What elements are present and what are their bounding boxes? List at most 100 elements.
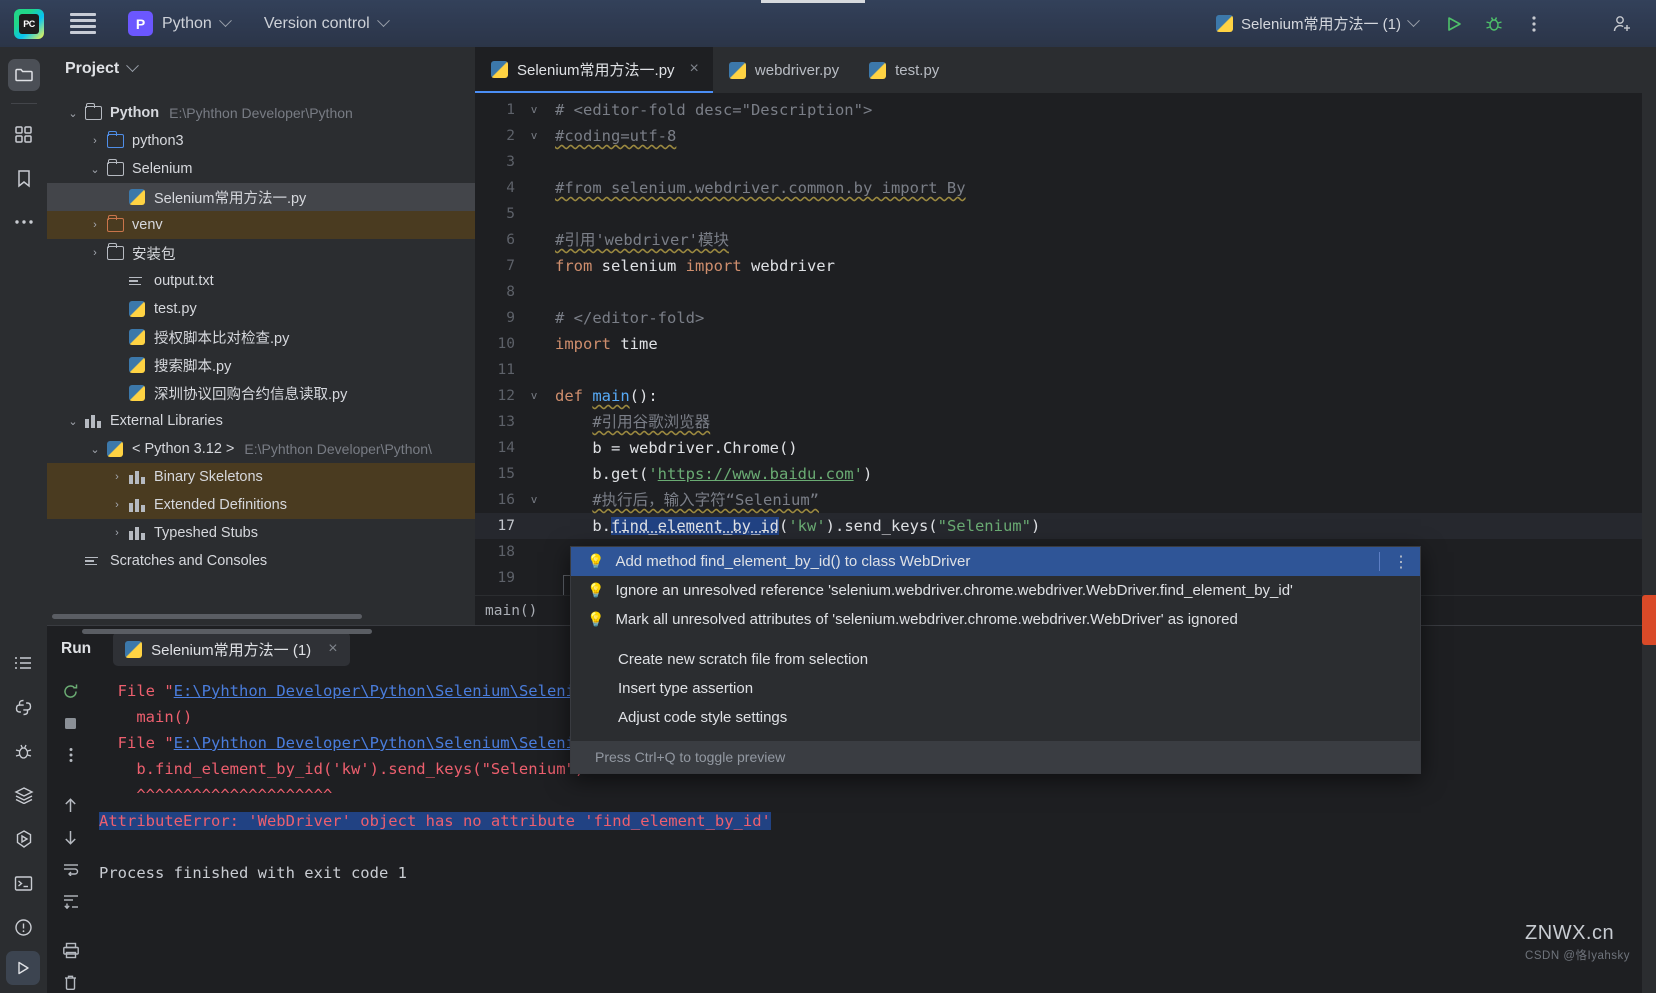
code-fold-icon[interactable]: v	[523, 97, 545, 123]
tree-row[interactable]: ⌄ External Libraries	[47, 407, 475, 435]
tree-row[interactable]: 授权脚本比对检查.py	[47, 323, 475, 351]
chevron-right-icon[interactable]: ›	[107, 527, 127, 539]
sidebar-item-todo[interactable]	[8, 647, 40, 679]
intention-actions-popup[interactable]: 💡 Add method find_element_by_id() to clas…	[570, 546, 1421, 774]
tree-row[interactable]: ⌄ Selenium	[47, 155, 475, 183]
code-line[interactable]: 14 b = webdriver.Chrome()	[475, 435, 1656, 461]
chevron-down-icon[interactable]: ⌄	[63, 107, 83, 120]
print-button[interactable]	[56, 938, 86, 962]
tree-row[interactable]: › python3	[47, 127, 475, 155]
sidebar-item-bookmarks[interactable]	[8, 162, 40, 194]
tree-row[interactable]: test.py	[47, 295, 475, 323]
scroll-up-button[interactable]	[56, 793, 86, 817]
editor-tab[interactable]: Selenium常用方法一.py ×	[475, 47, 713, 93]
tree-row[interactable]: 搜索脚本.py	[47, 351, 475, 379]
code-line[interactable]: 9 # </editor-fold>	[475, 305, 1656, 331]
tree-row[interactable]: Scratches and Consoles	[47, 547, 475, 575]
project-selector[interactable]: P Python	[122, 8, 236, 39]
sidebar-item-debug[interactable]	[8, 735, 40, 767]
tree-row[interactable]: › Extended Definitions	[47, 491, 475, 519]
code-line[interactable]: 15 b.get('https://www.baidu.com')	[475, 461, 1656, 487]
editor-tab-bar[interactable]: Selenium常用方法一.py × webdriver.py test.py	[475, 47, 1656, 93]
close-icon[interactable]: ×	[690, 60, 699, 78]
intention-item[interactable]: 💡 Add method find_element_by_id() to clas…	[571, 547, 1420, 576]
code-fold-icon[interactable]: v	[523, 123, 545, 149]
tree-row[interactable]: ⌄ < Python 3.12 > E:\Pyhthon Developer\Pyt…	[47, 435, 475, 463]
editor-tab[interactable]: test.py	[853, 47, 953, 93]
stop-button[interactable]	[56, 712, 86, 736]
code-line[interactable]: 13 #引用谷歌浏览器	[475, 409, 1656, 435]
run-configuration-selector[interactable]: Selenium常用方法一 (1)	[1215, 13, 1420, 34]
chevron-right-icon[interactable]: ›	[85, 247, 105, 259]
code-line[interactable]: 2 v #coding=utf-8	[475, 123, 1656, 149]
chevron-right-icon[interactable]: ›	[85, 219, 105, 231]
chevron-down-icon[interactable]: ⌄	[85, 443, 105, 456]
chevron-right-icon[interactable]: ›	[107, 499, 127, 511]
sidebar-item-more-tools[interactable]	[8, 206, 40, 238]
more-actions-button[interactable]	[1514, 4, 1554, 44]
code-line[interactable]: 12 v def main():	[475, 383, 1656, 409]
python-file-icon	[129, 329, 145, 345]
tree-row[interactable]: › Binary Skeletons	[47, 463, 475, 491]
tree-row[interactable]: › Typeshed Stubs	[47, 519, 475, 547]
tree-row[interactable]: › 安装包	[47, 239, 475, 267]
intention-item[interactable]: 💡 Ignore an unresolved reference 'seleniu…	[571, 576, 1420, 605]
trash-button[interactable]	[56, 970, 86, 993]
project-horizontal-scrollbar[interactable]	[47, 611, 475, 621]
right-panel-nub[interactable]	[1642, 595, 1656, 645]
intention-item[interactable]: 💡 Mark all unresolved attributes of 'sele…	[571, 605, 1420, 634]
code-line[interactable]: 1 v # <editor-fold desc="Description">	[475, 97, 1656, 123]
code-line[interactable]: 8	[475, 279, 1656, 305]
code-line[interactable]: 7 from selenium import webdriver	[475, 253, 1656, 279]
code-line[interactable]: 3	[475, 149, 1656, 175]
tree-row[interactable]: output.txt	[47, 267, 475, 295]
tree-row[interactable]: ⌄ Python E:\Pyhthon Developer\Python	[47, 99, 475, 127]
code-line[interactable]: 10 import time	[475, 331, 1656, 357]
editor-tab[interactable]: webdriver.py	[713, 47, 853, 93]
sidebar-item-structure[interactable]	[8, 118, 40, 150]
more-vertical-icon[interactable]: ⋮	[1393, 552, 1410, 572]
run-session-tab[interactable]: Selenium常用方法一 (1) ×	[113, 632, 350, 666]
code-line[interactable]: 4 #from selenium.webdriver.common.by impo…	[475, 175, 1656, 201]
sidebar-item-problems[interactable]	[8, 911, 40, 943]
code-line[interactable]: 6 #引用'webdriver'模块	[475, 227, 1656, 253]
code-fold-icon[interactable]: v	[523, 383, 545, 409]
scroll-to-end-button[interactable]	[56, 889, 86, 913]
version-control-menu[interactable]: Version control	[264, 14, 390, 33]
intention-plain-item[interactable]: Create new scratch file from selection	[571, 645, 1420, 674]
account-button[interactable]	[1602, 4, 1642, 44]
chevron-right-icon[interactable]: ›	[85, 135, 105, 147]
code-fold-icon[interactable]: v	[523, 487, 545, 513]
project-panel-header[interactable]: Project	[47, 47, 475, 90]
code-line[interactable]: 11	[475, 357, 1656, 383]
tree-row[interactable]: Selenium常用方法一.py	[47, 183, 475, 211]
sidebar-item-python-packages[interactable]	[8, 691, 40, 723]
scroll-down-button[interactable]	[56, 825, 86, 849]
close-icon[interactable]: ×	[328, 640, 337, 658]
run-button[interactable]	[1434, 4, 1474, 44]
code-line[interactable]: 16 v #执行后，输入字符“Selenium”	[475, 487, 1656, 513]
run-more-button[interactable]	[56, 744, 86, 768]
project-tree[interactable]: ⌄ Python E:\Pyhthon Developer\Python › pytho…	[47, 90, 475, 575]
sidebar-item-project[interactable]	[7, 59, 40, 91]
debug-button[interactable]	[1474, 4, 1514, 44]
intention-plain-item[interactable]: Adjust code style settings	[571, 703, 1420, 732]
code-line[interactable]: 5	[475, 201, 1656, 227]
chevron-right-icon[interactable]: ›	[107, 471, 127, 483]
code-line-text: # <editor-fold desc="Description">	[555, 101, 873, 119]
code-line[interactable]: 17 b.find_element_by_id('kw').send_keys(…	[475, 513, 1656, 539]
main-menu-icon[interactable]	[70, 12, 96, 35]
code-content[interactable]: 1 v # <editor-fold desc="Description"> 2 v #c…	[475, 93, 1656, 591]
soft-wrap-button[interactable]	[56, 857, 86, 881]
tree-row[interactable]: 深圳协议回购合约信息读取.py	[47, 379, 475, 407]
chevron-down-icon[interactable]: ⌄	[85, 163, 105, 176]
run-widget-button[interactable]	[6, 951, 40, 985]
chevron-down-icon[interactable]: ⌄	[63, 415, 83, 428]
tree-row[interactable]: › venv	[47, 211, 475, 239]
sidebar-item-terminal[interactable]	[8, 867, 40, 899]
intention-plain-item[interactable]: Insert type assertion	[571, 674, 1420, 703]
rerun-button[interactable]	[56, 680, 86, 704]
sidebar-item-database[interactable]	[8, 779, 40, 811]
sidebar-item-run[interactable]	[8, 823, 40, 855]
